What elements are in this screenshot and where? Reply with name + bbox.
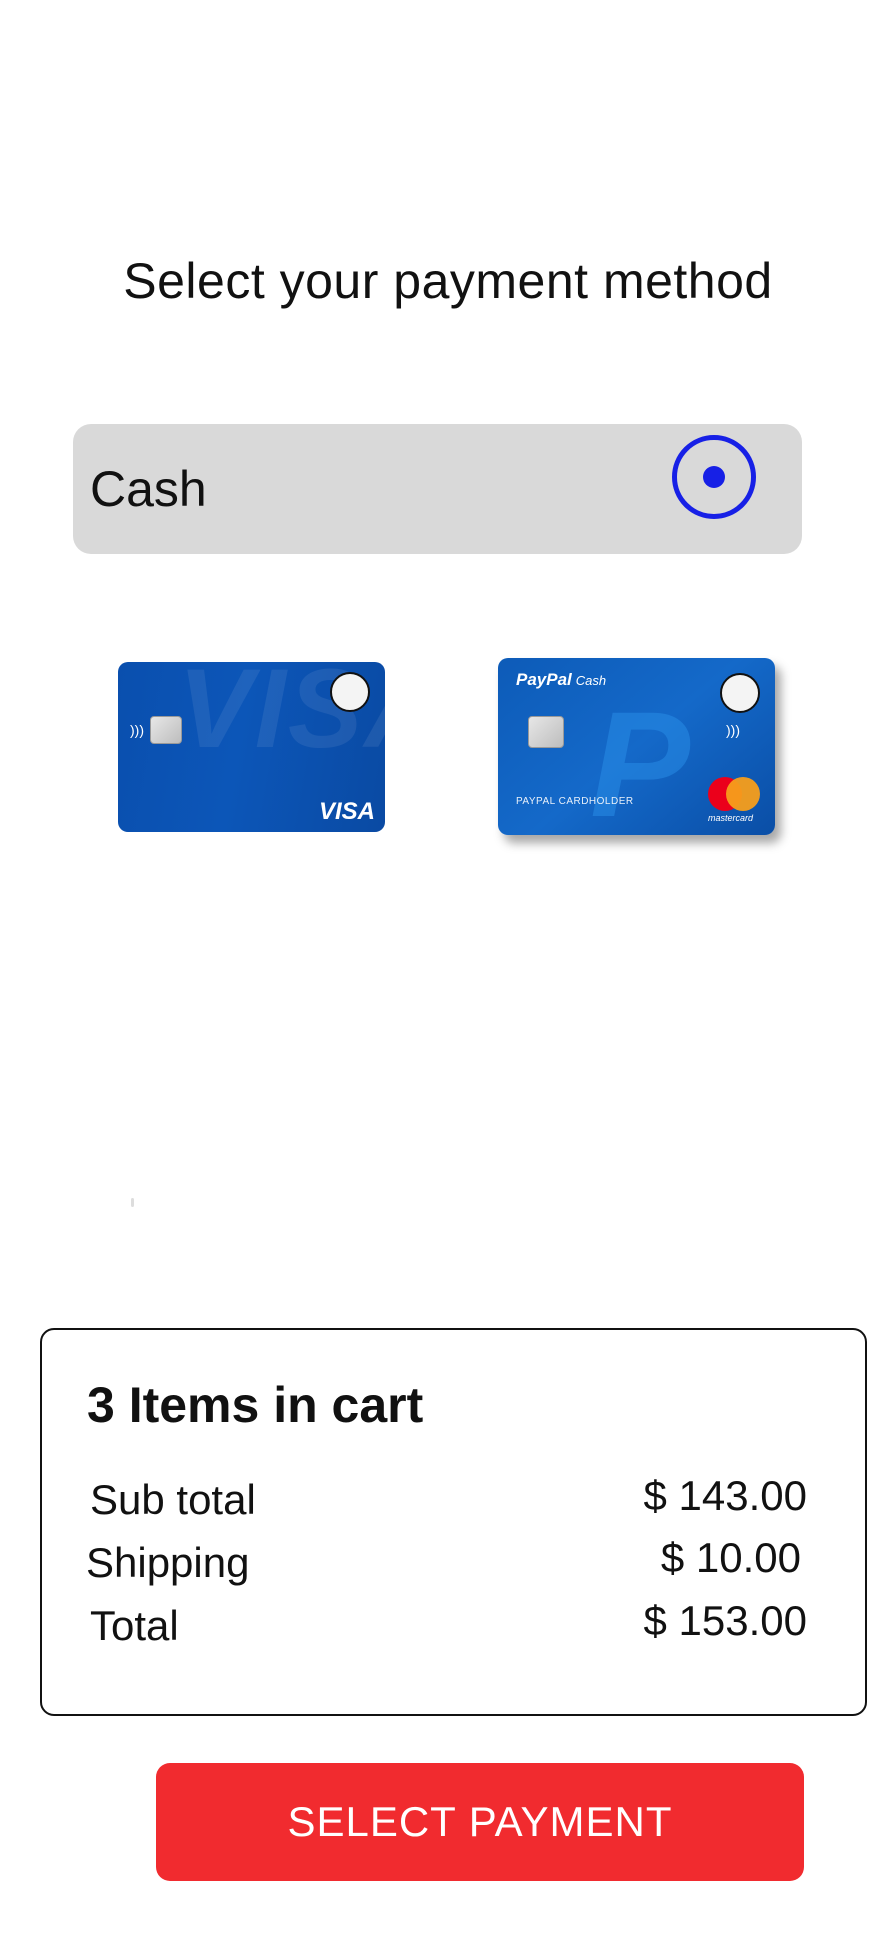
- subtotal-value: $ 143.00: [643, 1472, 808, 1519]
- page-title: Select your payment method: [123, 253, 773, 309]
- stray-mark: [131, 1198, 134, 1207]
- subtotal-label: Sub total: [90, 1476, 256, 1523]
- shipping-label: Shipping: [86, 1539, 250, 1586]
- contactless-icon: ))): [726, 722, 740, 738]
- paypal-brand-sub: Cash: [575, 673, 607, 688]
- cash-option-label: Cash: [90, 461, 207, 517]
- visa-logo: VISA: [318, 798, 375, 825]
- paypal-brand-name: PayPal: [516, 670, 572, 689]
- cash-radio-button[interactable]: [672, 435, 756, 519]
- cash-payment-option[interactable]: Cash: [73, 424, 802, 554]
- paypal-brand: PayPal Cash: [516, 670, 606, 690]
- radio-selected-dot: [703, 466, 725, 488]
- paypal-radio-button[interactable]: [720, 673, 760, 713]
- cardholder-name: PAYPAL CARDHOLDER: [516, 796, 634, 807]
- mastercard-label: mastercard: [708, 813, 754, 823]
- cart-summary-title: 3 Items in cart: [87, 1377, 424, 1433]
- visa-radio-button[interactable]: [330, 672, 370, 712]
- card-chip-icon: [528, 716, 564, 748]
- select-payment-button[interactable]: SELECT PAYMENT: [156, 1763, 804, 1881]
- cart-summary: 3 Items in cart Sub total $ 143.00 Shipp…: [40, 1328, 867, 1716]
- card-chip-icon: [150, 716, 182, 744]
- mastercard-icon-overlap: [726, 777, 760, 811]
- visa-card-option[interactable]: VISA ))) VISA: [118, 662, 385, 832]
- shipping-value: $ 10.00: [660, 1534, 801, 1581]
- total-value: $ 153.00: [643, 1597, 808, 1644]
- paypal-card-option[interactable]: P PayPal Cash ))) PAYPAL CARDHOLDER maste…: [498, 658, 775, 835]
- paypal-watermark: P: [590, 680, 691, 835]
- total-label: Total: [90, 1602, 179, 1649]
- contactless-icon: ))): [130, 722, 144, 738]
